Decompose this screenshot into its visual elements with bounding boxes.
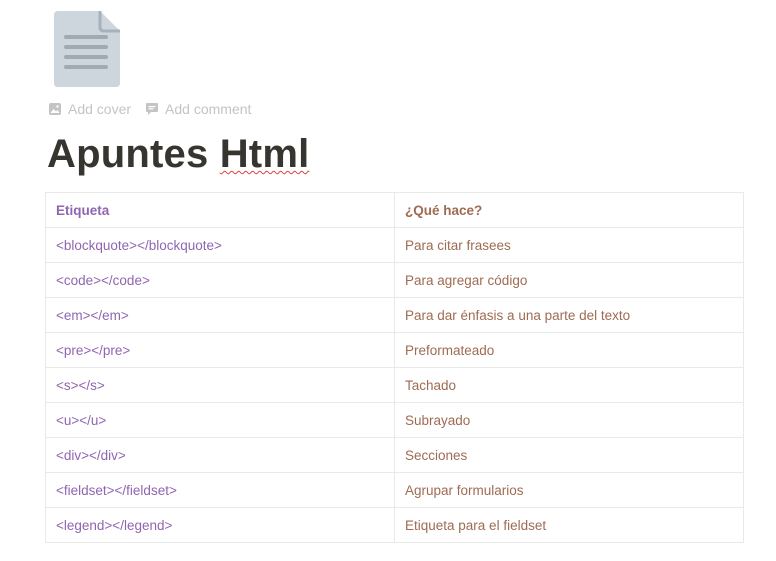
table-row: <pre></pre> Preformateado: [45, 332, 744, 368]
table-row: <u></u> Subrayado: [45, 402, 744, 438]
add-comment-button[interactable]: Add comment: [145, 101, 251, 117]
table-row: <fieldset></fieldset> Agrupar formulario…: [45, 472, 744, 508]
page-actions: Add cover Add comment: [48, 101, 251, 117]
tag-cell[interactable]: <u></u>: [45, 402, 395, 438]
tag-cell[interactable]: <legend></legend>: [45, 507, 395, 543]
description-cell[interactable]: Preformateado: [394, 332, 744, 368]
description-cell[interactable]: Para citar frasees: [394, 227, 744, 263]
add-comment-label: Add comment: [165, 101, 252, 117]
html-tags-table: Etiqueta ¿Qué hace? <blockquote></blockq…: [45, 192, 744, 543]
description-cell[interactable]: Etiqueta para el fieldset: [394, 507, 744, 543]
add-cover-button[interactable]: Add cover: [48, 101, 131, 117]
table-row: <blockquote></blockquote> Para citar fra…: [45, 227, 744, 263]
tag-cell[interactable]: <em></em>: [45, 297, 395, 333]
table-header-row: Etiqueta ¿Qué hace?: [45, 192, 744, 228]
table-row: <s></s> Tachado: [45, 367, 744, 403]
column-header-que-hace[interactable]: ¿Qué hace?: [394, 192, 744, 228]
add-cover-label: Add cover: [68, 101, 132, 117]
description-cell[interactable]: Secciones: [394, 437, 744, 473]
tag-cell[interactable]: <blockquote></blockquote>: [45, 227, 395, 263]
tag-cell[interactable]: <s></s>: [45, 367, 395, 403]
page-title[interactable]: Apuntes Html: [47, 127, 309, 181]
column-header-etiqueta[interactable]: Etiqueta: [45, 192, 395, 228]
document-icon[interactable]: [52, 9, 122, 89]
tag-cell[interactable]: <pre></pre>: [45, 332, 395, 368]
tag-cell[interactable]: <div></div>: [45, 437, 395, 473]
page-title-part2: Html: [219, 132, 310, 176]
image-icon: [48, 102, 62, 116]
table-row: <code></code> Para agregar código: [45, 262, 744, 298]
description-cell[interactable]: Para agregar código: [394, 262, 744, 298]
tag-cell[interactable]: <code></code>: [45, 262, 395, 298]
description-cell[interactable]: Agrupar formularios: [394, 472, 744, 508]
table-row: <legend></legend> Etiqueta para el field…: [45, 507, 744, 543]
table-row: <div></div> Secciones: [45, 437, 744, 473]
description-cell[interactable]: Para dar énfasis a una parte del texto: [394, 297, 744, 333]
page-title-part1: Apuntes: [47, 132, 220, 176]
description-cell[interactable]: Subrayado: [394, 402, 744, 438]
table-row: <em></em> Para dar énfasis a una parte d…: [45, 297, 744, 333]
description-cell[interactable]: Tachado: [394, 367, 744, 403]
tag-cell[interactable]: <fieldset></fieldset>: [45, 472, 395, 508]
comment-icon: [145, 102, 159, 116]
